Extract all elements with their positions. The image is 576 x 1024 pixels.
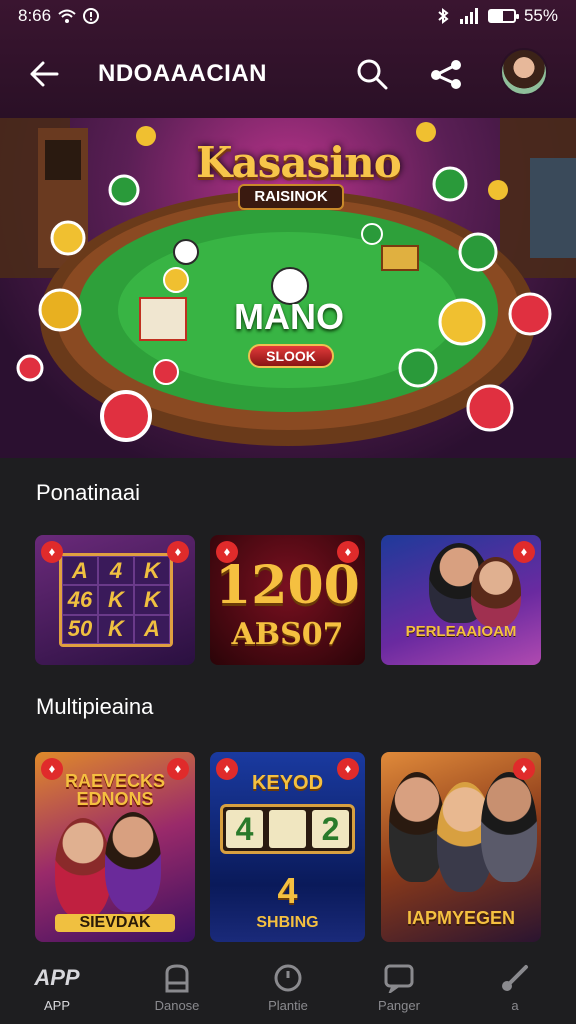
performer-image bbox=[105, 812, 161, 912]
info-icon bbox=[83, 8, 100, 24]
bottom-nav: APP APP Danose Plantie Panger a bbox=[0, 956, 576, 1024]
chat-icon bbox=[354, 962, 444, 994]
game-card-events[interactable]: RAEVECKS EDNONS SIEVDAK ♦ ♦ bbox=[35, 752, 195, 942]
reels: 4 2 bbox=[220, 804, 355, 854]
favorite-icon[interactable]: ♦ bbox=[216, 758, 238, 780]
performer-image bbox=[55, 818, 111, 918]
clock-icon bbox=[243, 962, 333, 994]
slot-symbol: K bbox=[134, 556, 170, 586]
section-title-2: Multipieaina bbox=[36, 694, 154, 719]
share-icon bbox=[431, 60, 461, 89]
battery-percent: 55% bbox=[523, 6, 558, 25]
top-area: 8:66 55% NDOAAACIAN bbox=[0, 0, 576, 118]
card-label: SHBING bbox=[256, 914, 319, 931]
nav-label: Plantie bbox=[268, 998, 308, 1013]
nav-item-panger[interactable]: Panger bbox=[354, 962, 444, 1013]
status-bar: 8:66 55% bbox=[0, 0, 576, 34]
game-card-reels[interactable]: KEYOD 4 2 4 SHBING ♦ ♦ bbox=[210, 752, 365, 942]
nav-label: Danose bbox=[154, 998, 200, 1013]
section-title-1: Ponatinaai bbox=[36, 480, 140, 505]
slot-symbol: K bbox=[134, 585, 170, 615]
favorite-icon[interactable]: ♦ bbox=[337, 758, 359, 780]
game-card-performers[interactable]: PERLEAAIOAM ♦ bbox=[381, 535, 541, 665]
nav-label: Panger bbox=[378, 998, 420, 1013]
nav-label: APP bbox=[43, 998, 70, 1013]
favorite-icon[interactable]: ♦ bbox=[216, 541, 238, 563]
nav-label: a bbox=[511, 998, 519, 1013]
favorite-icon[interactable]: ♦ bbox=[167, 541, 189, 563]
slot-symbol: K bbox=[98, 585, 134, 615]
brush-icon bbox=[470, 962, 560, 994]
slot-symbol: 50 bbox=[62, 614, 98, 644]
nav-item-app[interactable]: APP APP bbox=[12, 962, 102, 1013]
back-button[interactable] bbox=[24, 54, 64, 94]
slot-symbol: K bbox=[98, 614, 134, 644]
favorite-icon[interactable]: ♦ bbox=[513, 541, 535, 563]
card-label: SIEVDAK bbox=[55, 914, 175, 932]
card-label: PERLEAAIOAM bbox=[405, 623, 517, 640]
arrow-left-icon bbox=[30, 61, 59, 87]
jackpot-amount: 1200 bbox=[215, 555, 360, 616]
house-icon bbox=[132, 962, 222, 994]
card-label: IAPMYEGEN bbox=[406, 908, 516, 928]
hero-center-text: MANO bbox=[234, 296, 344, 337]
app-icon: APP bbox=[34, 965, 80, 990]
search-button[interactable] bbox=[352, 54, 392, 94]
card-number: 4 bbox=[277, 870, 298, 911]
game-card-slots[interactable]: A 4 K 46 K K 50 K A ♦ ♦ bbox=[35, 535, 195, 665]
search-icon bbox=[357, 59, 388, 90]
nav-item-brush[interactable]: a bbox=[470, 962, 560, 1013]
favorite-icon[interactable]: ♦ bbox=[41, 758, 63, 780]
jackpot-code: ABS07 bbox=[231, 617, 344, 652]
reel: 2 bbox=[312, 810, 349, 848]
slot-symbol: A bbox=[134, 614, 170, 644]
status-right: 55% bbox=[436, 6, 558, 26]
hero-subtitle: RAISINOK bbox=[238, 184, 344, 210]
battery-icon bbox=[487, 9, 519, 23]
slot-symbol: 46 bbox=[62, 585, 98, 615]
game-card-jackpot[interactable]: 1200 ABS07 ♦ ♦ bbox=[210, 535, 365, 665]
hero-title: Kasasino bbox=[196, 138, 402, 187]
hero-banner[interactable]: Kasasino RAISINOK MANO SLOOK bbox=[0, 118, 576, 458]
status-time: 8:66 bbox=[18, 6, 52, 25]
share-button[interactable] bbox=[426, 54, 466, 94]
hero-button[interactable]: SLOOK bbox=[248, 344, 334, 368]
favorite-icon[interactable]: ♦ bbox=[41, 541, 63, 563]
favorite-icon[interactable]: ♦ bbox=[513, 758, 535, 780]
app-title: NDOAAACIAN bbox=[98, 60, 267, 87]
performer-image bbox=[471, 557, 521, 627]
reel: 4 bbox=[226, 810, 263, 848]
slot-symbol: 4 bbox=[98, 556, 134, 586]
avatar[interactable] bbox=[500, 48, 548, 96]
signal-icon bbox=[459, 8, 478, 24]
bluetooth-icon bbox=[438, 8, 449, 24]
wifi-icon bbox=[58, 9, 76, 23]
nav-item-danose[interactable]: Danose bbox=[132, 962, 222, 1013]
battery-fill bbox=[489, 11, 504, 21]
favorite-icon[interactable]: ♦ bbox=[337, 541, 359, 563]
slot-grid: A 4 K 46 K K 50 K A bbox=[59, 553, 173, 647]
favorite-icon[interactable]: ♦ bbox=[167, 758, 189, 780]
slot-symbol: A bbox=[62, 556, 98, 586]
status-left: 8:66 bbox=[18, 6, 100, 26]
game-card-players[interactable]: IAPMYEGEN ♦ bbox=[381, 752, 541, 942]
app-bar: NDOAAACIAN bbox=[0, 44, 576, 104]
performer-image bbox=[481, 772, 537, 882]
reel bbox=[269, 810, 306, 848]
nav-item-plantie[interactable]: Plantie bbox=[243, 962, 333, 1013]
